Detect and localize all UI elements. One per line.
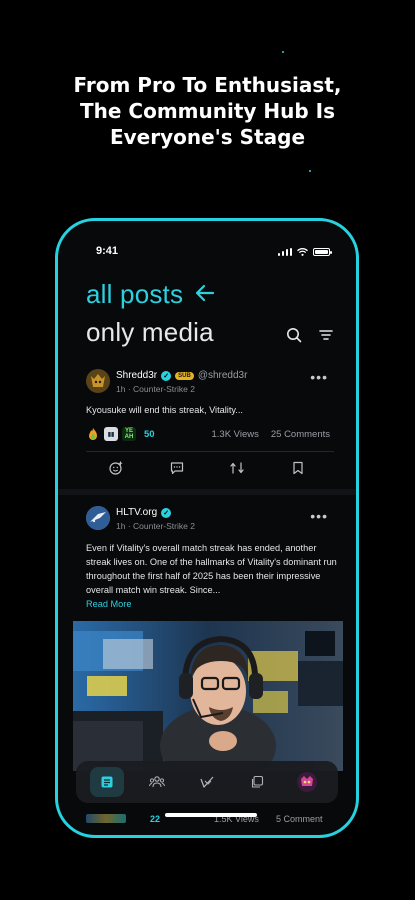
more-options-icon[interactable]: ••• [310, 369, 328, 385]
search-icon[interactable] [286, 327, 302, 343]
profile-icon [297, 772, 317, 792]
community-icon [149, 776, 165, 788]
home-indicator [165, 813, 257, 817]
sub-badge: SUB [175, 371, 194, 380]
post-media-image[interactable] [73, 621, 343, 771]
vote-icon [200, 776, 214, 788]
comment-icon[interactable] [169, 460, 185, 476]
username[interactable]: Shredd3r [116, 370, 157, 381]
headline-line: The Community Hub Is [80, 99, 335, 123]
verified-icon: ✓ [161, 507, 172, 518]
nav-profile[interactable] [290, 767, 324, 797]
reaction-count: 50 [144, 428, 155, 440]
reaction-count: 22 [150, 814, 161, 824]
post-author[interactable]: Shredd3r ✓ SUB @shredd3r [116, 370, 247, 381]
nav-copy[interactable] [240, 767, 274, 797]
yeah-emote-icon[interactable]: YE AH [122, 427, 136, 441]
post-separator [58, 489, 356, 495]
nav-posts[interactable] [90, 767, 124, 797]
status-bar: 9:41 [58, 245, 356, 263]
status-time: 9:41 [96, 245, 119, 257]
bookmark-icon[interactable] [290, 460, 306, 476]
verified-icon: ✓ [161, 370, 172, 381]
battery-icon [313, 248, 332, 256]
post-meta: 1h · Counter-Strike 2 [116, 521, 195, 531]
arrow-left-icon[interactable] [195, 284, 215, 302]
tab-all-posts[interactable]: all posts [86, 279, 183, 310]
fire-emote-icon[interactable] [86, 427, 100, 441]
view-count: 1.3K Views [211, 429, 259, 440]
filter-icon[interactable] [318, 327, 334, 343]
copy-icon [251, 775, 264, 788]
post-text: Kyousuke will end this streak, Vitality.… [86, 405, 243, 415]
repost-icon[interactable] [229, 460, 245, 476]
posts-icon [101, 776, 113, 788]
promo-headline: From Pro To Enthusiast, The Community Hu… [0, 72, 415, 150]
avatar[interactable] [86, 506, 110, 530]
meta-separator: · [125, 384, 134, 394]
bottom-nav [76, 761, 338, 803]
more-options-icon[interactable]: ••• [310, 508, 328, 524]
post-game: Counter-Strike 2 [133, 521, 195, 531]
add-reaction-icon[interactable] [108, 460, 124, 476]
signal-icon [277, 248, 292, 256]
cards-emote-icon[interactable]: ▮▮ [104, 427, 118, 441]
post-game: Counter-Strike 2 [133, 384, 195, 394]
avatar[interactable] [86, 369, 110, 393]
wifi-icon [297, 248, 308, 256]
decor-dot [309, 170, 311, 172]
username[interactable]: HLTV.org [116, 507, 157, 518]
tab-only-media[interactable]: only media [86, 317, 214, 348]
decor-dot [282, 51, 284, 53]
phone-frame: 9:41 all posts only media Shredd3r ✓ SUB… [55, 218, 359, 838]
meta-separator: · [125, 521, 134, 531]
post-actions [58, 460, 356, 476]
status-icons [277, 248, 332, 256]
post-text: Even if Vitality's overall match streak … [86, 541, 338, 611]
post-stats: 1.3K Views 25 Comments [212, 429, 331, 440]
read-more-link[interactable]: Read More [86, 599, 131, 609]
post-body: Even if Vitality's overall match streak … [86, 543, 337, 595]
nav-community[interactable] [140, 767, 174, 797]
nav-vote[interactable] [190, 767, 224, 797]
post-author[interactable]: HLTV.org ✓ [116, 507, 172, 518]
headline-line: Everyone's Stage [109, 125, 306, 149]
comment-count[interactable]: 5 Comment [276, 814, 323, 824]
comment-count[interactable]: 25 Comments [271, 429, 330, 440]
reactions-bar[interactable]: ▮▮ YE AH 50 [86, 427, 155, 441]
user-handle: @shredd3r [197, 370, 248, 381]
post-meta: 1h · Counter-Strike 2 [116, 384, 195, 394]
avatar-image [86, 369, 110, 393]
headline-line: From Pro To Enthusiast, [73, 73, 342, 97]
divider [86, 451, 334, 452]
hltv-logo-icon [86, 506, 110, 530]
emote-strip [86, 814, 126, 823]
